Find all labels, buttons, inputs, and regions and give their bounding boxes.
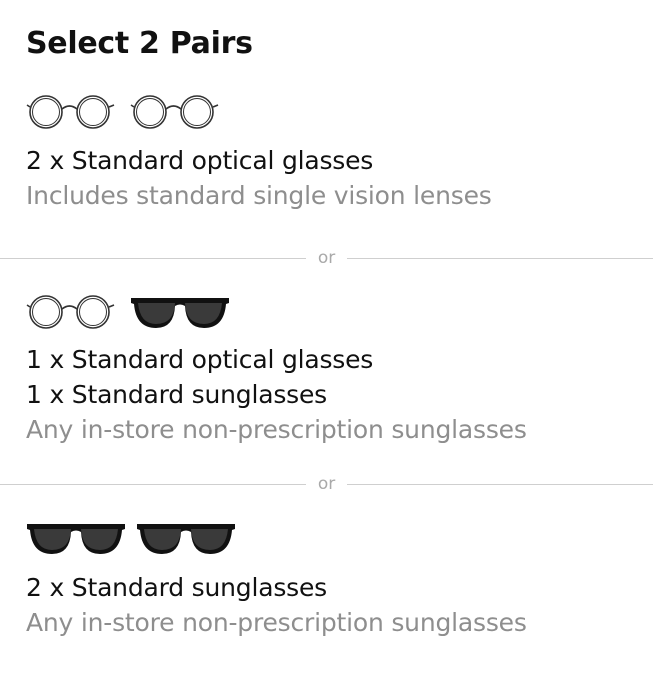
- option-optical-and-sunglasses[interactable]: 1 x Standard optical glasses 1 x Standar…: [26, 292, 633, 447]
- sunglasses-icon: [137, 524, 235, 554]
- page-title: Select 2 Pairs: [26, 26, 253, 61]
- option-description: Includes standard single vision lenses: [26, 181, 492, 210]
- option-line: 2 x Standard sunglasses: [26, 573, 327, 602]
- divider-label: or: [317, 248, 336, 268]
- divider-rule: [0, 257, 306, 259]
- divider-rule: [0, 483, 306, 485]
- optical-glasses-icon: [130, 95, 219, 129]
- option-icons: [26, 92, 633, 132]
- optical-glasses-icon: [26, 295, 115, 329]
- option-line: 1 x Standard sunglasses: [26, 380, 327, 409]
- option-description: Any in-store non-prescription sunglasses: [26, 608, 527, 637]
- option-two-sunglasses[interactable]: 2 x Standard sunglasses Any in-store non…: [26, 518, 633, 640]
- option-line: 2 x Standard optical glasses: [26, 146, 374, 175]
- option-icons: [26, 518, 633, 558]
- sunglasses-icon: [27, 524, 125, 554]
- divider-or: or: [0, 248, 653, 268]
- divider-rule: [347, 257, 653, 259]
- divider-or: or: [0, 474, 653, 494]
- option-icons: [26, 292, 633, 332]
- divider-label: or: [317, 474, 336, 494]
- option-two-optical[interactable]: 2 x Standard optical glasses Includes st…: [26, 92, 633, 213]
- option-description: Any in-store non-prescription sunglasses: [26, 415, 527, 444]
- divider-rule: [347, 483, 653, 485]
- optical-glasses-icon: [26, 95, 115, 129]
- sunglasses-icon: [131, 298, 229, 328]
- option-line: 1 x Standard optical glasses: [26, 345, 374, 374]
